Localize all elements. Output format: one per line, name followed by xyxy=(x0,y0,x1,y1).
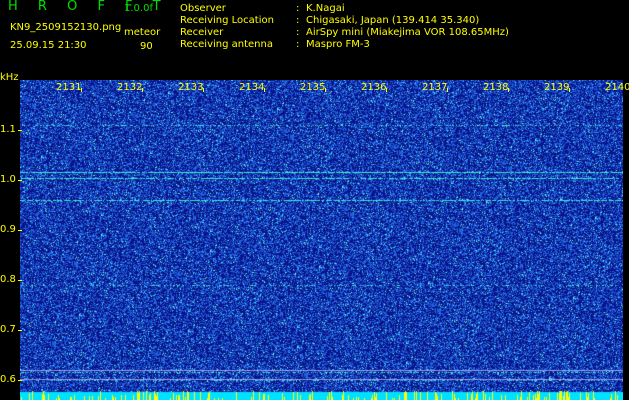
x-tick-label: 2134 xyxy=(239,82,265,93)
x-tick-mark xyxy=(386,88,387,92)
observation-labels: Observer Receiving Location Receiver Rec… xyxy=(180,3,274,51)
x-tick-mark xyxy=(203,88,204,92)
y-tick-label: 1.0 xyxy=(0,174,16,185)
observer-label: Observer xyxy=(180,3,226,14)
x-tick-label: 2131 xyxy=(56,82,82,93)
observation-values: K.Nagai Chigasaki, Japan (139.414 35.340… xyxy=(306,3,509,51)
y-axis-unit: kHz xyxy=(0,72,19,83)
y-tick-label: 0.8 xyxy=(0,274,16,285)
y-tick-label: 0.7 xyxy=(0,324,16,335)
antenna-label: Receiving antenna xyxy=(180,39,273,50)
antenna-value: Maspro FM-3 xyxy=(306,39,370,50)
colon: : xyxy=(296,39,300,50)
y-tick-mark xyxy=(18,280,22,281)
date-time: 25.09.15 21:30 xyxy=(10,40,87,51)
file-name: KN9_2509152130.png xyxy=(10,22,122,33)
x-tick-mark xyxy=(81,88,82,92)
x-tick-label: 2132 xyxy=(117,82,143,93)
x-tick-label: 2135 xyxy=(300,82,326,93)
colon: : xyxy=(296,15,300,26)
y-tick-mark xyxy=(18,180,22,181)
hroff-spectrogram-window: H R O F F T 1.0.0f KN9_2509152130.png me… xyxy=(0,0,629,400)
receiver-value: AirSpy mini (Miakejima VOR 108.65MHz) xyxy=(306,27,509,38)
x-tick-label: 2133 xyxy=(178,82,204,93)
mode-label: meteor xyxy=(124,27,161,38)
spectrogram-plot xyxy=(20,80,623,400)
x-tick-mark xyxy=(325,88,326,92)
x-tick-label: 2140 xyxy=(605,82,629,93)
y-tick-mark xyxy=(18,130,22,131)
mode-value: 90 xyxy=(140,41,153,52)
colon: : xyxy=(296,27,300,38)
x-tick-mark xyxy=(447,88,448,92)
observer-value: K.Nagai xyxy=(306,3,345,14)
x-tick-label: 2138 xyxy=(483,82,509,93)
y-tick-label: 0.9 xyxy=(0,224,16,235)
receiver-label: Receiver xyxy=(180,27,224,38)
x-tick-mark xyxy=(508,88,509,92)
y-tick-label: 0.6 xyxy=(0,374,16,385)
location-value: Chigasaki, Japan (139.414 35.340) xyxy=(306,15,480,26)
x-tick-mark xyxy=(569,88,570,92)
app-version: 1.0.0f xyxy=(124,3,153,14)
x-tick-label: 2137 xyxy=(422,82,448,93)
x-tick-label: 2139 xyxy=(544,82,570,93)
x-tick-mark xyxy=(264,88,265,92)
y-tick-label: 1.1 xyxy=(0,124,16,135)
x-tick-mark xyxy=(142,88,143,92)
y-tick-mark xyxy=(18,230,22,231)
y-tick-mark xyxy=(18,380,22,381)
colon: : xyxy=(296,3,300,14)
y-tick-mark xyxy=(18,330,22,331)
observation-colons: : : : : xyxy=(296,3,299,51)
x-tick-label: 2136 xyxy=(361,82,387,93)
spectrogram-canvas xyxy=(20,80,623,400)
location-label: Receiving Location xyxy=(180,15,274,26)
